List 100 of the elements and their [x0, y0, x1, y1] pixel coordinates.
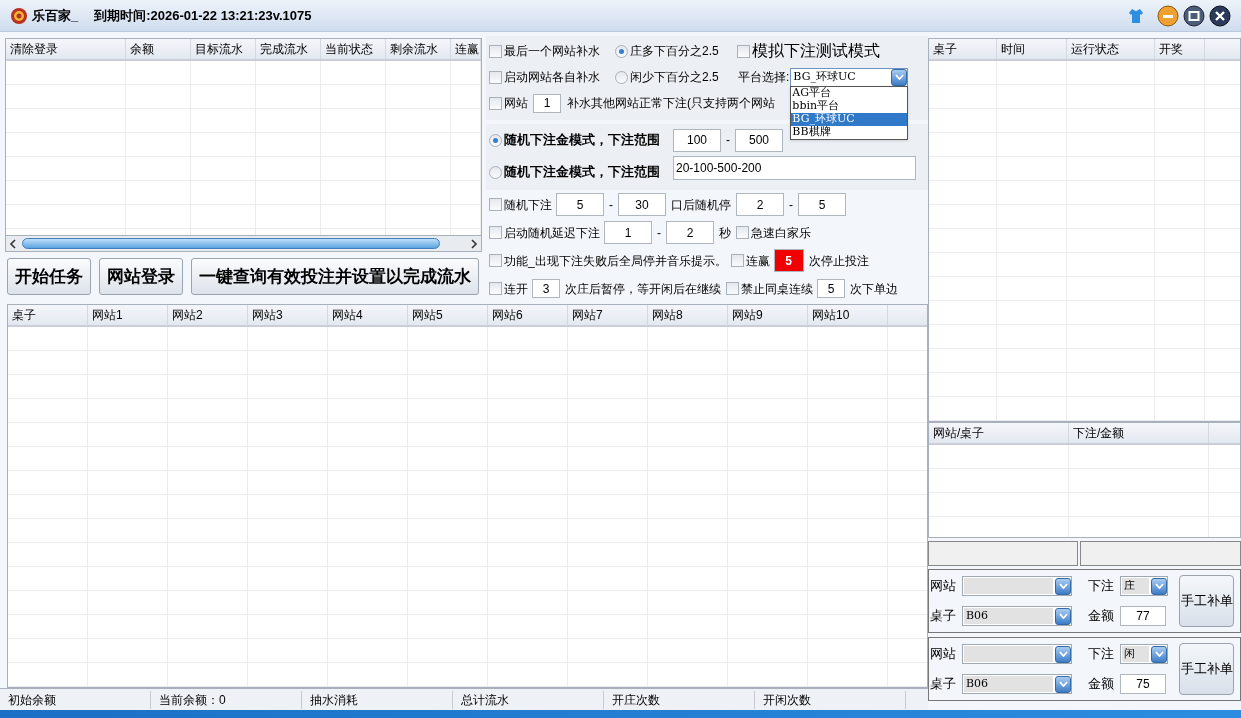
checkbox[interactable]: 连赢	[730, 251, 770, 270]
checkbox[interactable]: 启动随机延迟下注	[489, 223, 600, 242]
column-header[interactable]: 下注/金额	[1069, 423, 1209, 443]
column-header[interactable]: 桌子	[929, 39, 997, 59]
label-text: 金额	[1088, 675, 1114, 694]
manual-order-button[interactable]: 手工补单	[1179, 643, 1234, 695]
label-text: -	[725, 132, 731, 149]
dropdown-option[interactable]: BB棋牌	[791, 125, 908, 139]
status-text: 开庄次数	[604, 690, 755, 709]
input-field[interactable]: 1	[604, 221, 652, 244]
input-field[interactable]: 2	[736, 193, 784, 216]
checkbox[interactable]: 功能_出现下注失败后全局停并音乐提示。	[489, 251, 727, 270]
column-header[interactable]: 连赢	[451, 39, 481, 59]
checkbox[interactable]: 网站	[489, 94, 528, 112]
dropdown-option[interactable]: AG平台	[791, 86, 908, 100]
amount-field[interactable]: 77	[1120, 606, 1166, 626]
column-header[interactable]: 网站2	[168, 305, 248, 325]
column-header[interactable]: 网站9	[728, 305, 808, 325]
label-text: 金额	[1088, 607, 1114, 626]
label-text: -	[788, 196, 794, 214]
input-field[interactable]: 1	[533, 93, 561, 113]
column-header[interactable]: 网站5	[408, 305, 488, 325]
label-text: 下注	[1088, 577, 1114, 596]
input-field[interactable]: 5	[556, 193, 604, 216]
checkbox[interactable]: 随机下注	[489, 195, 552, 214]
scroll-right-icon[interactable]	[469, 237, 479, 250]
expiry-text: 到期时间:2026-01-22 13:21:23v.1075	[94, 6, 312, 25]
bet-select[interactable]: 闲	[1120, 644, 1168, 664]
radio-button[interactable]: 闲少下百分之2.5	[615, 68, 737, 86]
column-header[interactable]: 网站1	[88, 305, 168, 325]
scroll-left-icon[interactable]	[8, 237, 18, 250]
label-text: 次停止投注	[807, 252, 870, 270]
checkbox[interactable]: 最后一个网站补水	[489, 42, 615, 60]
column-header[interactable]: 剩余流水	[386, 39, 451, 59]
shirt-icon[interactable]	[1127, 6, 1145, 25]
column-header[interactable]: 目标流水	[191, 39, 256, 59]
table-select[interactable]: B06	[962, 674, 1072, 694]
column-header[interactable]: 网站7	[568, 305, 648, 325]
input-field[interactable]: 500	[735, 128, 783, 152]
label-text: -	[608, 196, 614, 214]
column-header[interactable]: 时间	[997, 39, 1067, 59]
action-button[interactable]: 网站登录	[99, 258, 183, 295]
column-header[interactable]: 网站4	[328, 305, 408, 325]
column-header[interactable]: 运行状态	[1067, 39, 1155, 59]
column-header[interactable]: 完成流水	[256, 39, 321, 59]
label-text: 桌子	[930, 675, 956, 694]
column-header[interactable]: 当前状态	[321, 39, 386, 59]
column-header[interactable]: 清除登录	[6, 39, 126, 59]
input-field[interactable]: 5	[798, 193, 846, 216]
input-field[interactable]: 100	[673, 128, 721, 152]
status-text: 初始余额	[0, 690, 151, 709]
status-text: 开闲次数	[755, 690, 906, 709]
label-text: 次庄后暂停，等开闲后在继续	[564, 280, 722, 298]
status-text: 抽水消耗	[302, 690, 453, 709]
checkbox[interactable]: 禁止同桌连续	[726, 279, 813, 298]
table-select[interactable]: B06	[962, 606, 1072, 626]
column-header[interactable]: 余额	[126, 39, 191, 59]
input-field[interactable]: 30	[618, 193, 666, 216]
checkbox[interactable]: 急速白家乐	[736, 223, 811, 242]
site-select[interactable]	[962, 644, 1072, 664]
label-text: 桌子	[930, 607, 956, 626]
label-text: 口后随机停	[670, 196, 732, 214]
amount-field[interactable]: 75	[1120, 674, 1166, 694]
radio-button[interactable]: 庄多下百分之2.5	[615, 42, 737, 60]
input-field[interactable]: 20-100-500-200	[673, 156, 916, 180]
manual-order-button[interactable]: 手工补单	[1179, 575, 1234, 627]
input-field[interactable]: 5	[773, 249, 804, 272]
dropdown-option[interactable]: BG_环球UC	[791, 112, 908, 126]
status-text: 总计流水	[453, 690, 604, 709]
restore-icon[interactable]	[1183, 4, 1205, 27]
input-field[interactable]: 2	[666, 221, 714, 244]
horizontal-scrollbar[interactable]	[5, 236, 482, 252]
checkbox[interactable]: 模拟下注测试模式	[737, 39, 880, 63]
site-select[interactable]	[962, 576, 1072, 596]
column-header[interactable]: 网站3	[248, 305, 328, 325]
checkbox[interactable]: 连开	[489, 279, 528, 298]
column-header[interactable]: 桌子	[8, 305, 88, 325]
scrollbar-thumb[interactable]	[22, 238, 440, 249]
column-header[interactable]: 网站6	[488, 305, 568, 325]
checkbox[interactable]: 启动网站各自补水	[489, 68, 615, 86]
action-button[interactable]: 开始任务	[7, 258, 91, 295]
column-header[interactable]: 开奖	[1155, 39, 1205, 59]
label-text: 平台选择:	[737, 69, 791, 86]
dropdown-option[interactable]: bbin平台	[791, 99, 908, 113]
radio-button[interactable]: 随机下注金模式，下注范围	[489, 130, 669, 150]
action-button[interactable]: 一键查询有效投注并设置以完成流水	[191, 258, 479, 295]
label-text: 网站	[930, 577, 956, 596]
label-text: -	[656, 224, 662, 242]
close-icon[interactable]	[1209, 4, 1231, 27]
column-header[interactable]: 网站8	[648, 305, 728, 325]
label-text: 补水其他网站正常下注(只支持两个网站	[566, 95, 776, 112]
input-field[interactable]: 3	[532, 279, 560, 298]
radio-button[interactable]: 随机下注金模式，下注范围	[489, 162, 669, 182]
column-header[interactable]: 网站10	[808, 305, 888, 325]
minimize-icon[interactable]	[1157, 4, 1179, 27]
input-field[interactable]: 5	[817, 279, 845, 298]
column-header[interactable]: 网站/桌子	[929, 423, 1069, 443]
app-logo-icon	[10, 6, 28, 25]
window-title: 乐百家_	[32, 6, 79, 25]
bet-select[interactable]: 庄	[1120, 576, 1168, 596]
